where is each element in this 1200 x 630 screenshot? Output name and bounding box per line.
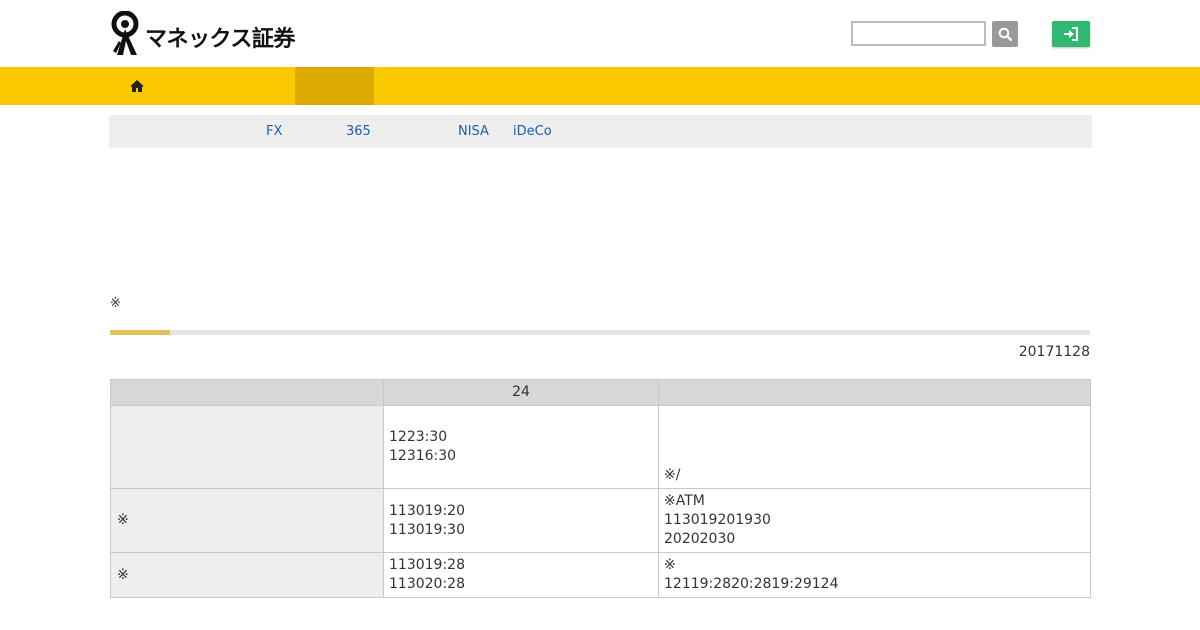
tab-active-indicator[interactable] [110,330,170,335]
row-notes: ※ 12119:2820:2819:29124 [658,552,1091,598]
row-times: 113019:20 113019:30 [383,488,659,553]
table-row: ※ 113019:28 113020:28 ※ 12119:2820:2819:… [110,552,1091,598]
time-text: 113020:28 [389,576,465,592]
search-button[interactable] [992,21,1018,47]
brand-name: マネックス証券 [145,27,295,52]
main-nav [0,67,1200,105]
search-icon [998,27,1012,41]
note-text: ※ [664,557,676,573]
nav-item-active[interactable] [295,67,374,105]
note-text: ※ATM [664,493,705,509]
search-input[interactable] [851,21,986,46]
row-label: ※ [110,488,384,553]
table-header-cell: 24 [383,379,659,406]
row-notes: ※/ [658,405,1091,489]
home-icon [130,80,144,92]
site-header: マネックス証券 [0,0,1200,67]
monex-mascot-icon [111,11,139,55]
row-label [110,405,384,489]
row-label: ※ [110,552,384,598]
table-header-row: 24 [110,379,1091,406]
row-notes: ※ATM 113019201930 20202030 [658,488,1091,553]
update-date: 20171128 [1018,344,1090,360]
table-header-cell [110,379,384,406]
time-text: 113019:28 [389,557,465,573]
subnav-link-365[interactable]: 365 [346,124,371,139]
brand-logo[interactable]: マネックス証券 [109,11,295,57]
note-text: 20202030 [664,531,736,547]
sign-in-icon [1064,27,1078,41]
table-row: 1223:30 12316:30 ※/ [110,405,1091,489]
row-times: 113019:28 113020:28 [383,552,659,598]
note-text: ※/ [664,467,681,483]
tab-bar [110,330,1090,335]
notice-mark: ※ [110,296,121,311]
time-text: 1223:30 [389,429,448,445]
subnav-link-fx[interactable]: FX [266,124,282,139]
time-text: 113019:20 [389,502,465,519]
row-times: 1223:30 12316:30 [383,405,659,489]
time-text: 113019:30 [389,521,465,538]
time-text: 12316:30 [389,448,457,464]
schedule-table: 24 1223:30 12316:30 ※/ ※ 113019:20 11301… [110,379,1091,598]
subnav-link-nisa[interactable]: NISA [458,124,489,139]
table-row: ※ 113019:20 113019:30 ※ATM 113019201930 … [110,488,1091,553]
login-button[interactable] [1052,21,1090,47]
sub-nav: FX 365 NISA iDeCo [109,115,1092,148]
note-text: 113019201930 [664,512,771,528]
subnav-link-ideco[interactable]: iDeCo [513,124,552,139]
nav-home-link[interactable] [128,77,146,95]
note-text: 12119:2820:2819:29124 [664,576,839,592]
table-header-cell [658,379,1091,406]
